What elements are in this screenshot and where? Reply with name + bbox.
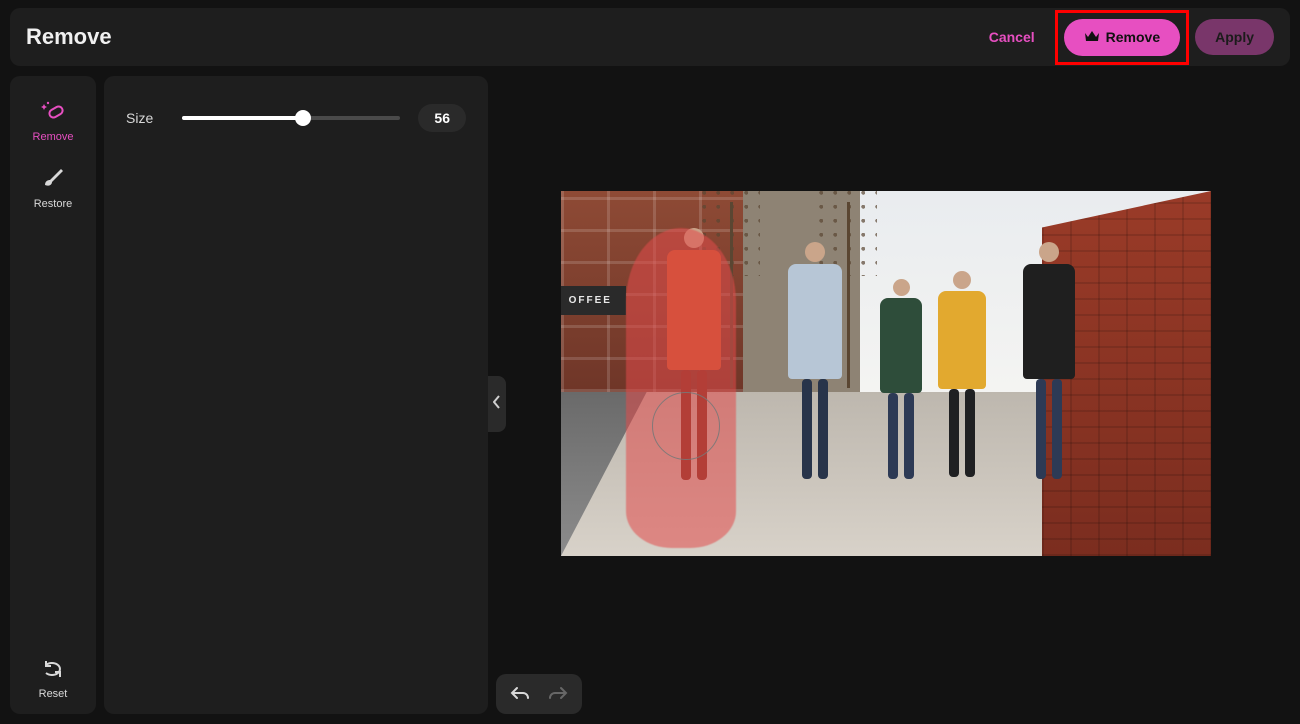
tool-restore[interactable]: Restore [18, 157, 88, 224]
tool-remove[interactable]: Remove [18, 90, 88, 157]
brush-size-slider[interactable] [182, 116, 400, 120]
slider-thumb[interactable] [295, 110, 311, 126]
remove-button-highlight-box: Remove [1055, 10, 1189, 65]
brush-icon [18, 167, 88, 192]
tool-reset-label: Reset [39, 688, 68, 700]
remove-button-label: Remove [1106, 29, 1160, 45]
tool-sidebar: Remove Restore Reset [10, 76, 96, 714]
remove-button[interactable]: Remove [1064, 19, 1180, 56]
photo-preview[interactable]: OFFEE [561, 191, 1211, 556]
tool-remove-label: Remove [33, 131, 74, 143]
selection-mask [626, 228, 736, 548]
brush-size-row: Size 56 [126, 104, 466, 132]
photo-coffee-sign: OFFEE [561, 286, 626, 315]
photo-person-5 [1016, 242, 1082, 541]
page-title: Remove [26, 24, 112, 50]
apply-button[interactable]: Apply [1195, 19, 1274, 55]
redo-button[interactable] [544, 681, 572, 708]
redo-icon [548, 689, 568, 704]
brush-cursor-icon [652, 392, 720, 460]
settings-panel: Size 56 [104, 76, 488, 714]
brush-size-label: Size [126, 110, 164, 126]
cancel-button[interactable]: Cancel [975, 21, 1049, 53]
photo-person-2 [782, 242, 848, 541]
reset-icon [18, 659, 88, 682]
undo-icon [510, 689, 530, 704]
tool-reset[interactable]: Reset [18, 649, 88, 714]
crown-icon [1084, 29, 1100, 46]
history-bar [496, 674, 582, 714]
slider-fill [182, 116, 303, 120]
canvas-area[interactable]: OFFEE [496, 76, 1290, 714]
undo-button[interactable] [506, 681, 534, 708]
eraser-sparkle-icon [18, 100, 88, 125]
brush-size-value: 56 [418, 104, 466, 132]
photo-person-3 [873, 279, 929, 542]
header-bar: Remove Cancel Remove Apply [10, 8, 1290, 66]
tool-restore-label: Restore [34, 198, 73, 210]
photo-person-4 [932, 271, 992, 541]
